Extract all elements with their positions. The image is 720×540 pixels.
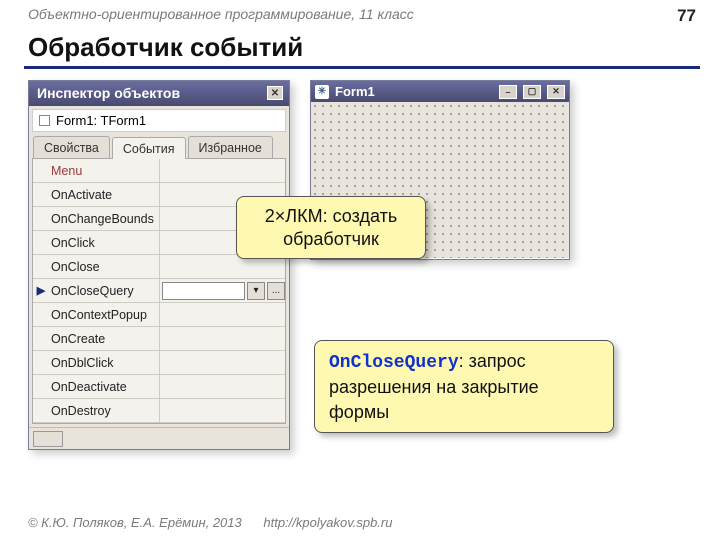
minimize-button[interactable]: – — [499, 85, 517, 99]
form-titlebar[interactable]: ✳ Form1 – ▢ ✕ — [311, 81, 569, 102]
maximize-button[interactable]: ▢ — [523, 85, 541, 99]
event-name: OnDblClick — [49, 356, 159, 370]
row-arrow-icon: ▶ — [33, 284, 49, 297]
event-name: OnDestroy — [49, 404, 159, 418]
desc-code: OnCloseQuery — [329, 353, 459, 373]
close-button[interactable]: ✕ — [547, 85, 565, 99]
description-callout: OnCloseQuery: запрос разрешения на закры… — [314, 340, 614, 433]
event-name: OnClose — [49, 260, 159, 274]
event-name: OnCreate — [49, 332, 159, 346]
close-icon[interactable]: ✕ — [267, 86, 283, 100]
hint-line2: обработчик — [283, 229, 379, 249]
event-name: OnCloseQuery — [49, 284, 159, 298]
tab-favorites[interactable]: Избранное — [188, 136, 273, 158]
hint-line1: 2×ЛКМ: создать — [265, 206, 397, 226]
ellipsis-button[interactable]: ... — [267, 282, 285, 300]
event-row-selected[interactable]: ▶ OnCloseQuery ▾ ... — [33, 279, 285, 303]
footer-copyright: © К.Ю. Поляков, Е.А. Ерёмин, 2013 — [28, 515, 242, 530]
event-row[interactable]: OnContextPopup — [33, 303, 285, 327]
footer-button[interactable] — [33, 431, 63, 447]
inspector-tabs: Свойства События Избранное — [33, 136, 285, 158]
footer: © К.Ю. Поляков, Е.А. Ерёмин, 2013 http:/… — [28, 515, 392, 530]
form-title: Form1 — [335, 84, 375, 99]
event-row[interactable]: OnDeactivate — [33, 375, 285, 399]
tab-properties[interactable]: Свойства — [33, 136, 110, 158]
form-icon — [39, 115, 50, 126]
event-row[interactable]: OnDestroy — [33, 399, 285, 423]
breadcrumb: Объектно-ориентированное программировани… — [28, 6, 414, 22]
dropdown-button[interactable]: ▾ — [247, 282, 265, 300]
event-name: OnChangeBounds — [49, 212, 159, 226]
object-inspector-window: Инспектор объектов ✕ Form1: TForm1 Свойс… — [28, 80, 290, 450]
inspector-footer — [29, 427, 289, 449]
footer-url: http://kpolyakov.spb.ru — [263, 515, 392, 530]
event-row[interactable]: OnDblClick — [33, 351, 285, 375]
component-tree-item[interactable]: Form1: TForm1 — [32, 109, 286, 132]
event-name: OnContextPopup — [49, 308, 159, 322]
inspector-title: Инспектор объектов — [37, 85, 180, 101]
title-underline — [24, 66, 700, 69]
event-name: Menu — [49, 164, 159, 178]
event-name: OnDeactivate — [49, 380, 159, 394]
hint-callout: 2×ЛКМ: создать обработчик — [236, 196, 426, 259]
page-title: Обработчик событий — [28, 32, 303, 63]
event-name: OnActivate — [49, 188, 159, 202]
event-value-input[interactable] — [162, 282, 245, 300]
event-name: OnClick — [49, 236, 159, 250]
tree-item-label: Form1: TForm1 — [56, 113, 146, 128]
event-row[interactable]: Menu — [33, 159, 285, 183]
app-icon: ✳ — [315, 85, 329, 99]
tab-events[interactable]: События — [112, 137, 186, 159]
event-row[interactable]: OnCreate — [33, 327, 285, 351]
page-number: 77 — [677, 6, 696, 26]
inspector-titlebar[interactable]: Инспектор объектов ✕ — [29, 81, 289, 106]
